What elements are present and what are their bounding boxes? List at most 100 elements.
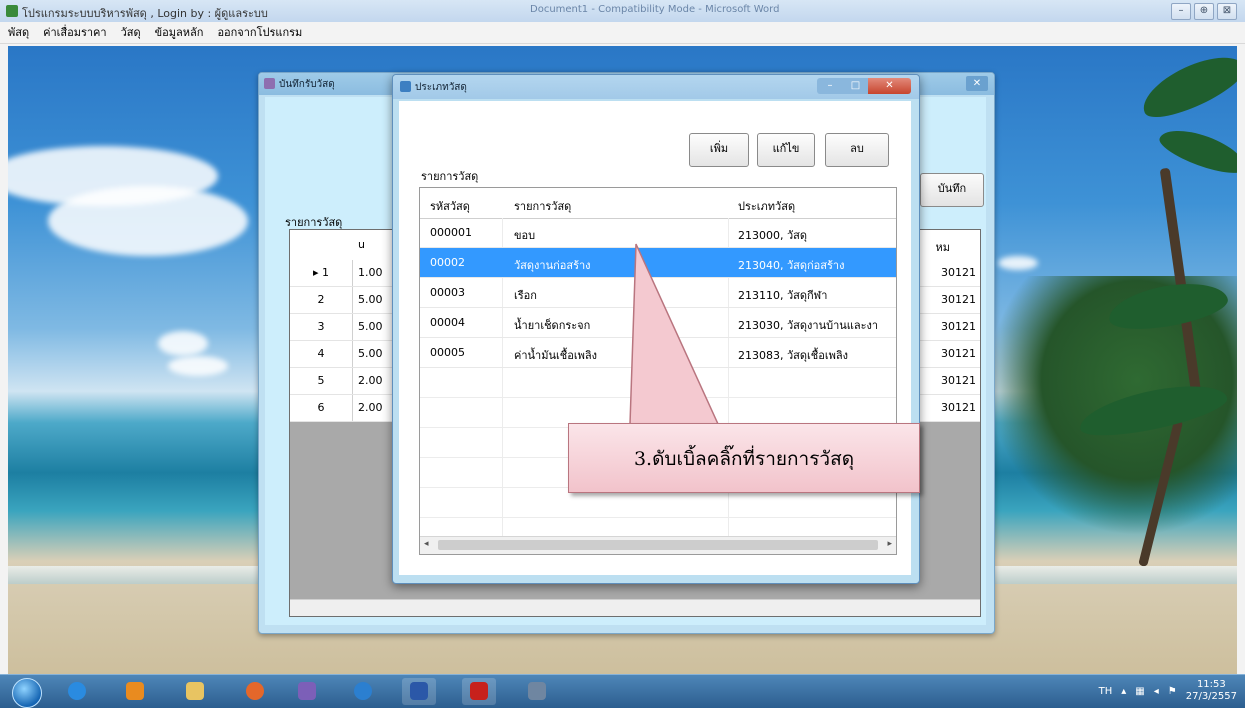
- acrobat-icon[interactable]: [462, 678, 496, 705]
- dialog-titlebar: ประเภทวัสดุ – □ ✕: [393, 75, 919, 99]
- column-header-name[interactable]: รายการวัสดุ: [514, 197, 571, 215]
- materials-list-title: รายการวัสดุ: [421, 170, 479, 183]
- material-name: วัสดุงานก่อสร้าง: [514, 259, 591, 272]
- row-code: 30121: [941, 347, 976, 360]
- row-code: 30121: [941, 401, 976, 414]
- word-icon[interactable]: [402, 678, 436, 705]
- column-header-type[interactable]: ประเภทวัสดุ: [738, 197, 795, 215]
- folder-icon[interactable]: [178, 678, 212, 705]
- material-type-dialog: ประเภทวัสดุ – □ ✕ เพิ่ม แก้ไข ลบ รายการว…: [392, 74, 920, 584]
- clock-time: 11:53: [1196, 679, 1226, 690]
- material-name: เรือก: [514, 289, 537, 302]
- row-qty: 5.00: [358, 320, 383, 333]
- material-name: น้ำยาเช็ดกระจก: [514, 319, 591, 332]
- callout-box: 3.ดับเบิ้ลคลิ๊กที่รายการวัสดุ: [568, 423, 920, 493]
- menu-item-assets[interactable]: พัสดุ: [8, 22, 29, 43]
- material-name: ขอบ: [514, 229, 536, 242]
- materials-grid[interactable]: รหัสวัสดุ รายการวัสดุ ประเภทวัสดุ 000001…: [419, 187, 897, 555]
- list-item[interactable]: 00005 ค่าน้ำมันเชื้อเพลิง 213083, วัสดุเ…: [420, 338, 896, 368]
- media-icon[interactable]: [118, 678, 152, 705]
- firefox-icon[interactable]: [238, 678, 272, 705]
- list-item[interactable]: 00003 เรือก 213110, วัสดุกีฬา: [420, 278, 896, 308]
- grid-header-qty: u: [358, 238, 365, 251]
- row-code: 30121: [941, 266, 976, 279]
- clock[interactable]: 11:53 27/3/2557: [1186, 679, 1237, 703]
- menu-item-materials[interactable]: วัสดุ: [121, 22, 141, 43]
- menu-item-master-data[interactable]: ข้อมูลหลัก: [155, 22, 204, 43]
- horizontal-scrollbar[interactable]: [290, 599, 980, 616]
- scroll-right-icon[interactable]: ▸: [887, 539, 892, 549]
- list-item-selected[interactable]: 00002 วัสดุงานก่อสร้าง 213040, วัสดุก่อส…: [420, 248, 896, 278]
- cloud: [168, 356, 228, 376]
- material-type: 213030, วัสดุงานบ้านและงา: [738, 319, 879, 332]
- row-qty: 5.00: [358, 293, 383, 306]
- row-qty: 2.00: [358, 374, 383, 387]
- tray-arrow-icon[interactable]: ▴: [1121, 686, 1126, 697]
- grid-header-code: หม: [935, 241, 950, 254]
- window-title: โปรแกรมระบบบริหารพัสดุ , Login by : ผู้ด…: [22, 7, 268, 20]
- row-index: ▸ 1: [290, 260, 353, 286]
- horizontal-scrollbar[interactable]: ◂ ▸: [420, 536, 896, 554]
- row-code: 30121: [941, 374, 976, 387]
- dialog-body: เพิ่ม แก้ไข ลบ รายการวัสดุ รหัสวัสดุ ราย…: [399, 101, 911, 575]
- row-index: 6: [290, 395, 353, 421]
- delete-button[interactable]: ลบ: [825, 133, 889, 167]
- ie-icon[interactable]: [60, 678, 94, 705]
- material-type: 213040, วัสดุก่อสร้าง: [738, 259, 845, 272]
- flag-icon[interactable]: ⚑: [1168, 686, 1177, 697]
- cloud: [48, 186, 248, 256]
- sync-icon[interactable]: [346, 678, 380, 705]
- clock-date: 27/3/2557: [1185, 691, 1237, 702]
- material-code: 00004: [430, 316, 465, 329]
- scroll-left-icon[interactable]: ◂: [424, 539, 429, 549]
- close-button[interactable]: ⊠: [1217, 3, 1237, 20]
- add-button[interactable]: เพิ่ม: [689, 133, 749, 167]
- list-item[interactable]: 000001 ขอบ 213000, วัสดุ: [420, 218, 896, 248]
- dialog-title: ประเภทวัสดุ: [415, 82, 467, 93]
- material-name: ค่าน้ำมันเชื้อเพลิง: [514, 349, 597, 362]
- window-icon: [264, 78, 275, 89]
- row-qty: 1.00: [358, 266, 383, 279]
- network-icon[interactable]: ▦: [1135, 686, 1144, 697]
- row-qty: 2.00: [358, 401, 383, 414]
- column-header-code[interactable]: รหัสวัสดุ: [430, 197, 470, 215]
- grid-header: รหัสวัสดุ รายการวัสดุ ประเภทวัสดุ: [420, 188, 896, 219]
- close-icon[interactable]: ✕: [966, 76, 988, 91]
- list-item[interactable]: 00004 น้ำยาเช็ดกระจก 213030, วัสดุงานบ้า…: [420, 308, 896, 338]
- edit-button[interactable]: แก้ไข: [757, 133, 815, 167]
- language-indicator[interactable]: TH: [1099, 686, 1113, 697]
- row-index: 2: [290, 287, 353, 313]
- maximize-button[interactable]: ⊕: [1194, 3, 1214, 20]
- material-type: 213110, วัสดุกีฬา: [738, 289, 828, 302]
- empty-row: [420, 368, 896, 398]
- close-icon[interactable]: ✕: [868, 78, 911, 94]
- scrollbar-thumb[interactable]: [438, 540, 878, 550]
- dialog-icon: [400, 81, 411, 92]
- misc-icon[interactable]: [520, 678, 554, 705]
- receive-window-title: บันทึกรับวัสดุ: [279, 79, 335, 90]
- material-code: 00003: [430, 286, 465, 299]
- save-button[interactable]: บันทึก: [920, 173, 984, 207]
- window-controls: – ⊕ ⊠: [1171, 3, 1237, 20]
- menu-item-depreciation[interactable]: ค่าเสื่อมราคา: [43, 22, 107, 43]
- material-code: 00002: [430, 256, 465, 269]
- window-title-secondary: Document1 - Compatibility Mode - Microso…: [530, 4, 780, 15]
- callout-text: 3.ดับเบิ้ลคลิ๊กที่รายการวัสดุ: [633, 448, 855, 470]
- minimize-icon[interactable]: –: [817, 78, 843, 94]
- cloud: [998, 256, 1038, 270]
- volume-icon[interactable]: ◂: [1154, 686, 1159, 697]
- start-button[interactable]: [12, 678, 42, 708]
- menu-item-exit[interactable]: ออกจากโปรแกรม: [217, 22, 302, 43]
- material-type: 213000, วัสดุ: [738, 229, 808, 242]
- taskbar: TH ▴ ▦ ◂ ⚑ 11:53 27/3/2557: [0, 674, 1245, 708]
- dialog-window-controls: – □ ✕: [817, 78, 911, 94]
- menu-bar: พัสดุ ค่าเสื่อมราคา วัสดุ ข้อมูลหลัก ออก…: [0, 22, 1245, 44]
- minimize-button[interactable]: –: [1171, 3, 1191, 20]
- maximize-icon[interactable]: □: [843, 78, 868, 94]
- material-code: 000001: [430, 226, 472, 239]
- row-index: 3: [290, 314, 353, 340]
- cloud: [158, 331, 208, 356]
- app-icon: [6, 5, 18, 17]
- chat-icon[interactable]: [290, 678, 324, 705]
- row-code: 30121: [941, 293, 976, 306]
